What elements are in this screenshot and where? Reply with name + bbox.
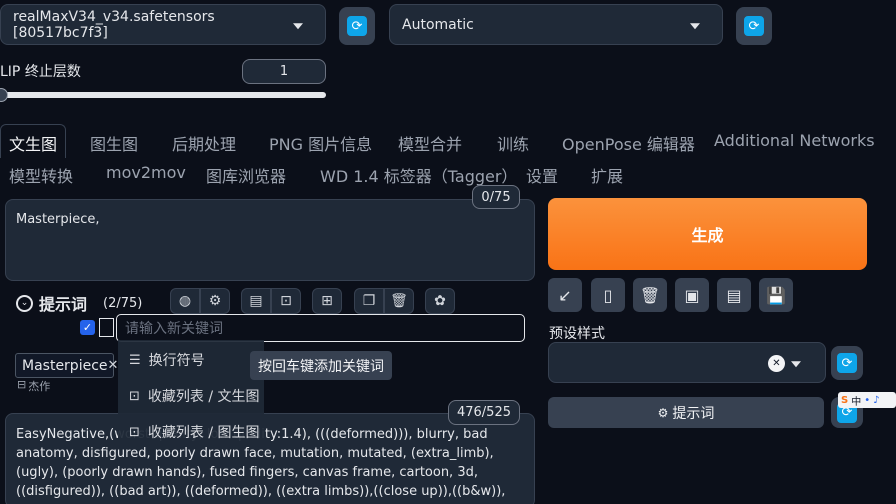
chevron-down-icon bbox=[293, 22, 303, 29]
tag-translation: ⊟ 杰作 bbox=[17, 378, 50, 394]
menu-item-label: 收藏列表 / 图生图 bbox=[147, 425, 260, 441]
tab-extensions[interactable]: 扩展 bbox=[591, 163, 623, 187]
style-label: 预设样式 bbox=[549, 326, 605, 342]
tab-openpose[interactable]: OpenPose 编辑器 bbox=[562, 131, 695, 155]
menu-item-fav-txt2img[interactable]: ⊡ 收藏列表 / 文生图 bbox=[129, 386, 260, 406]
prompt-token-count: 0/75 bbox=[472, 185, 520, 209]
prompt-helper-header[interactable]: ⌄ 提示词 (2/75) bbox=[16, 291, 142, 315]
tab-settings[interactable]: 设置 bbox=[526, 163, 558, 187]
bookmark-icon: ⊡ bbox=[129, 424, 140, 440]
ime-dot-icon: • bbox=[864, 394, 871, 406]
ime-toolbar[interactable]: S 中 • ♪ bbox=[838, 392, 896, 408]
tag-chip[interactable]: Masterpiece ✕ bbox=[15, 353, 118, 378]
save-icon[interactable]: 💾 bbox=[759, 278, 793, 312]
keyword-input[interactable]: 请输入新关键词 bbox=[116, 314, 525, 342]
arrow-icon[interactable]: ↙ bbox=[548, 278, 582, 312]
dropdown-menu: ☰ 换行符号 ⊡ 收藏列表 / 文生图 ⊡ 收藏列表 / 图生图 bbox=[118, 340, 264, 444]
refresh-icon: ⟳ bbox=[744, 16, 764, 36]
clear-icon[interactable]: ✕ bbox=[768, 355, 785, 372]
bookmark-icon[interactable]: ⊡ bbox=[271, 288, 301, 314]
newline-icon: ☰ bbox=[129, 352, 141, 368]
tab-png-info[interactable]: PNG 图片信息 bbox=[269, 131, 372, 155]
tab-txt2img[interactable]: 文生图 bbox=[9, 131, 57, 155]
negative-token-count: 476/525 bbox=[448, 400, 520, 425]
enable-checkbox[interactable]: ✓ bbox=[80, 320, 95, 335]
mic-icon: ♪ bbox=[873, 394, 880, 406]
model-select[interactable]: realMaxV34_v34.safetensors [80517bc7f3] bbox=[0, 4, 326, 45]
tag-sub-text: 杰作 bbox=[28, 380, 51, 393]
tab-gallery[interactable]: 图库浏览器 bbox=[206, 163, 286, 187]
tab-merge[interactable]: 模型合并 bbox=[398, 131, 462, 155]
gear-icon: ⚙ bbox=[657, 405, 669, 420]
model-select-value: realMaxV34_v34.safetensors [80517bc7f3] bbox=[13, 8, 215, 41]
ime-logo-icon: S bbox=[841, 394, 849, 406]
chevron-down-icon bbox=[791, 360, 801, 367]
tab-tagger[interactable]: WD 1.4 标签器（Tagger） bbox=[320, 163, 517, 187]
refresh-icon: ⟳ bbox=[347, 16, 367, 36]
openai-icon[interactable]: ✿ bbox=[425, 288, 455, 314]
menu-item-fav-img2img[interactable]: ⊡ 收藏列表 / 图生图 bbox=[129, 422, 260, 442]
trash-icon[interactable]: 🗑 bbox=[384, 288, 414, 314]
prompt-helper-title: 提示词 bbox=[39, 295, 88, 314]
vae-select-value: Automatic bbox=[402, 16, 474, 33]
image-icon[interactable]: ▣ bbox=[675, 278, 709, 312]
prompt-helper-count: (2/75) bbox=[103, 295, 143, 311]
style-select[interactable]: ✕ bbox=[548, 342, 826, 383]
prompt-text: Masterpiece, bbox=[16, 212, 100, 227]
keyword-placeholder: 请输入新关键词 bbox=[125, 321, 223, 337]
tab-extras[interactable]: 后期处理 bbox=[172, 131, 236, 155]
tab-additional-networks[interactable]: Additional Networks bbox=[714, 131, 875, 150]
keyword-type-icon[interactable] bbox=[99, 318, 114, 337]
refresh-style-button[interactable]: ⟳ bbox=[831, 346, 863, 380]
menu-item-label: 换行符号 bbox=[148, 353, 205, 369]
refresh-model-button[interactable]: ⟳ bbox=[339, 7, 375, 45]
prompt-button[interactable]: ⚙ 提示词 bbox=[548, 397, 824, 428]
clip-skip-value[interactable]: 1 bbox=[242, 59, 326, 84]
tab-model-convert[interactable]: 模型转换 bbox=[9, 163, 73, 187]
notepad-icon[interactable]: ▤ bbox=[717, 278, 751, 312]
close-icon[interactable]: ✕ bbox=[108, 358, 119, 373]
refresh-icon: ⟳ bbox=[837, 353, 857, 373]
tab-train[interactable]: 训练 bbox=[497, 131, 529, 155]
generate-label: 生成 bbox=[691, 226, 724, 245]
slider-handle[interactable] bbox=[0, 88, 8, 102]
tooltip: 按回车键添加关键词 bbox=[250, 351, 392, 380]
clipboard-icon[interactable]: ▯ bbox=[591, 278, 625, 312]
clip-skip-label: LIP 终止层数 bbox=[0, 64, 81, 80]
menu-item-newline[interactable]: ☰ 换行符号 bbox=[129, 350, 205, 370]
ime-label: 中 bbox=[851, 396, 862, 408]
bookmark-icon: ⊡ bbox=[129, 388, 140, 404]
gear-icon[interactable]: ⚙ bbox=[200, 288, 230, 314]
tab-img2img[interactable]: 图生图 bbox=[90, 131, 138, 155]
menu-item-label: 收藏列表 / 文生图 bbox=[147, 389, 260, 405]
prompt-textarea[interactable]: Masterpiece, bbox=[5, 199, 535, 281]
copy-icon[interactable]: ❐ bbox=[354, 288, 384, 314]
generate-button[interactable]: 生成 bbox=[548, 198, 867, 270]
trash-icon[interactable]: 🗑 bbox=[633, 278, 667, 312]
tag-sub-icon: ⊟ bbox=[17, 378, 27, 391]
list-icon[interactable]: ▤ bbox=[241, 288, 271, 314]
collapse-icon: ⌄ bbox=[16, 294, 33, 312]
tab-mov2mov[interactable]: mov2mov bbox=[106, 163, 186, 182]
prompt-button-label: 提示词 bbox=[672, 405, 715, 422]
negative-prompt-textarea[interactable]: EasyNegative,(worst quality, low quality… bbox=[5, 413, 535, 504]
clip-skip-slider[interactable] bbox=[0, 92, 326, 98]
globe-icon[interactable]: ◍ bbox=[170, 288, 200, 314]
chevron-down-icon bbox=[690, 22, 700, 29]
tag-chip-label: Masterpiece bbox=[22, 357, 108, 374]
vae-select[interactable]: Automatic bbox=[389, 4, 723, 45]
refresh-vae-button[interactable]: ⟳ bbox=[736, 7, 772, 45]
translate-icon[interactable]: ⊞ bbox=[312, 288, 342, 314]
